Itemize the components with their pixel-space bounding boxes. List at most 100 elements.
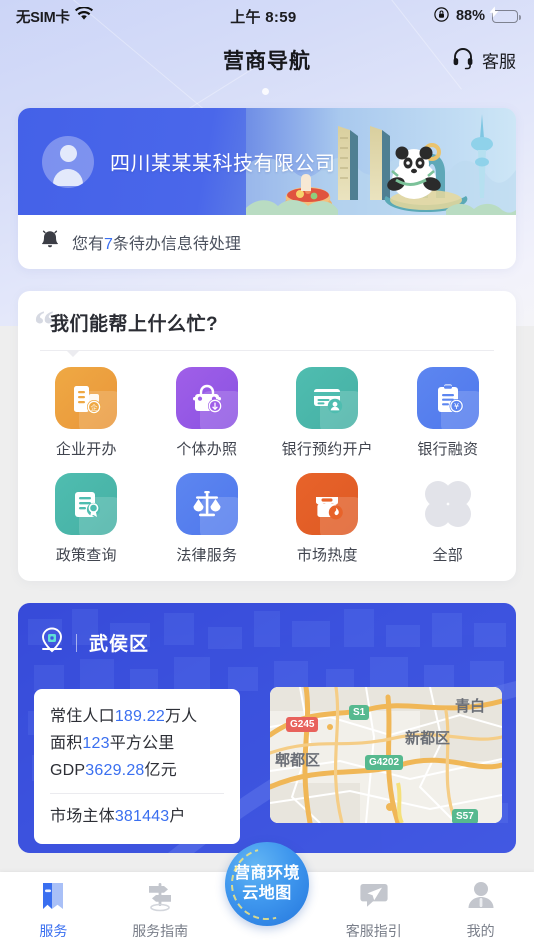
stat-unit: 亿元 [144, 762, 177, 779]
map-area-label: 新都区 [405, 730, 451, 747]
bank-card-icon [296, 367, 359, 429]
app-header: 营商导航 客服 [0, 32, 534, 88]
map-road-label: G245 [286, 717, 319, 732]
stat-unit: 平方公里 [109, 735, 175, 752]
service-item-yinhangrongzi[interactable]: ¥ 银行融资 [388, 367, 509, 459]
clipboard-yen-icon: ¥ [416, 367, 479, 429]
customer-service-button[interactable]: 客服 [451, 46, 516, 75]
battery-percent-label: 88% [455, 8, 485, 24]
carrier-label: 无SIM卡 [16, 9, 70, 26]
location-pin-icon [40, 627, 64, 658]
company-banner: 四川某某某科技有限公司 [18, 108, 516, 215]
cloud-map-fab[interactable]: 营商环境 云地图 [217, 834, 317, 934]
stat-label: 常住人口 [50, 708, 115, 725]
stat-unit: 户 [169, 808, 186, 825]
briefcase-icon [175, 367, 238, 429]
company-name: 四川某某某科技有限公司 [110, 153, 336, 175]
bell-icon [40, 229, 60, 255]
service-item-zhengcechaxun[interactable]: 政策查询 [26, 473, 147, 565]
help-divider [40, 350, 494, 357]
rotation-lock-icon [434, 6, 449, 26]
todo-notice-row[interactable]: 您有7条待办信息待处理 [18, 215, 516, 269]
user-avatar-icon [59, 144, 77, 162]
stat-value: 123 [82, 735, 110, 752]
send-chat-icon [359, 880, 389, 917]
todo-notice-text: 您有7条待办信息待处理 [72, 230, 241, 254]
avatar [42, 135, 94, 188]
tab-label: 服务 [39, 923, 68, 939]
service-label: 市场热度 [296, 547, 358, 564]
map-road-label: S57 [452, 809, 478, 823]
tab-fuwuzhinan[interactable]: 服务指南 [107, 880, 214, 941]
page-title: 营商导航 [223, 50, 311, 73]
stat-label: 市场主体 [50, 808, 115, 825]
service-grid: 企 企业开办 个体办照 银行预约开户 ¥ 银行融资 政策查询 法律服务 市场热度… [18, 351, 516, 565]
shop-flame-icon [296, 473, 359, 535]
wifi-icon [74, 6, 93, 25]
help-header: “ 我们能帮上什么忙? [18, 305, 516, 345]
todo-count: 7 [104, 236, 113, 253]
tab-label: 服务指南 [132, 923, 189, 939]
svg-text:企: 企 [91, 403, 98, 412]
help-section-card: “ 我们能帮上什么忙? 企 企业开办 个体办照 银行预约开户 ¥ 银行融资 政策… [18, 291, 516, 581]
status-bar-clock: 上午 8:59 [230, 8, 297, 26]
stat-unit: 万人 [164, 708, 198, 725]
service-label: 法律服务 [176, 547, 238, 564]
map-area-label: 青白 [455, 698, 486, 715]
district-card[interactable]: 武侯区 常住人口189.22万人 面积123平方公里 GDP3629.28亿元 … [18, 603, 516, 853]
tab-wode[interactable]: 我的 [427, 880, 534, 941]
help-title: 我们能帮上什么忙? [50, 314, 219, 335]
map-area-label: 郫都区 [275, 752, 321, 769]
divider [76, 633, 77, 652]
service-label: 政策查询 [55, 547, 117, 564]
service-item-falvfuwu[interactable]: 法律服务 [147, 473, 268, 565]
service-item-yinhangyuyuekaihu[interactable]: 银行预约开户 [267, 367, 388, 459]
service-item-shichangredu[interactable]: 市场热度 [267, 473, 388, 565]
district-header: 武侯区 [18, 603, 516, 658]
todo-prefix: 您有 [72, 236, 105, 253]
divider [50, 793, 224, 794]
stat-row: 常住人口189.22万人 [50, 703, 240, 730]
customer-service-label: 客服 [482, 52, 516, 72]
stat-label: GDP [50, 762, 86, 779]
service-item-quanbu[interactable]: 全部 [388, 473, 509, 565]
service-label: 银行预约开户 [281, 441, 373, 458]
tab-kefuzhiyin[interactable]: 客服指引 [320, 880, 427, 941]
map-inset[interactable]: G245 S1 G4202 S57 郫都区 新都区 青白 [270, 687, 502, 823]
svg-text:¥: ¥ [454, 402, 459, 411]
quote-mark-icon: “ [34, 302, 54, 347]
service-label: 全部 [432, 547, 463, 564]
map-road-label: S1 [349, 705, 370, 720]
service-label: 个体办照 [176, 441, 238, 458]
tab-label: 我的 [466, 923, 495, 939]
status-bar: 无SIM卡 上午 8:59 88% [0, 0, 534, 32]
stat-value: 189.22 [114, 708, 165, 725]
battery-icon [489, 6, 521, 23]
decorative-dot [262, 88, 269, 95]
service-item-qiyekaiban[interactable]: 企 企业开办 [26, 367, 147, 459]
building-icon: 企 [55, 367, 118, 429]
stat-row: GDP3629.28亿元 [50, 757, 240, 784]
stat-row: 面积123平方公里 [50, 730, 240, 757]
charging-bolt-icon [489, 6, 499, 18]
map-road-label: G4202 [365, 755, 404, 770]
headset-icon [451, 46, 475, 75]
company-card[interactable]: 四川某某某科技有限公司 您有7条待办信息待处理 [18, 108, 516, 269]
tab-fuwu[interactable]: 服务 [0, 880, 107, 941]
district-stats-panel: 常住人口189.22万人 面积123平方公里 GDP3629.28亿元 市场主体… [34, 689, 240, 844]
service-label: 企业开办 [55, 441, 117, 458]
signpost-icon [145, 880, 175, 917]
service-item-getibanzhao[interactable]: 个体办照 [147, 367, 268, 459]
service-label: 银行融资 [417, 441, 479, 458]
scales-icon [175, 473, 238, 535]
todo-suffix: 条待办信息待处理 [112, 236, 241, 253]
grid-all-icon [417, 473, 479, 535]
stat-value: 381443 [114, 808, 170, 825]
tab-label: 客服指引 [345, 923, 402, 939]
stat-value: 3629.28 [85, 762, 145, 779]
status-bar-right: 88% [434, 6, 521, 26]
stat-label: 面积 [50, 735, 83, 752]
document-seal-icon [55, 473, 118, 535]
status-bar-left: 无SIM卡 [16, 6, 93, 27]
stat-row-footer: 市场主体381443户 [50, 803, 240, 830]
